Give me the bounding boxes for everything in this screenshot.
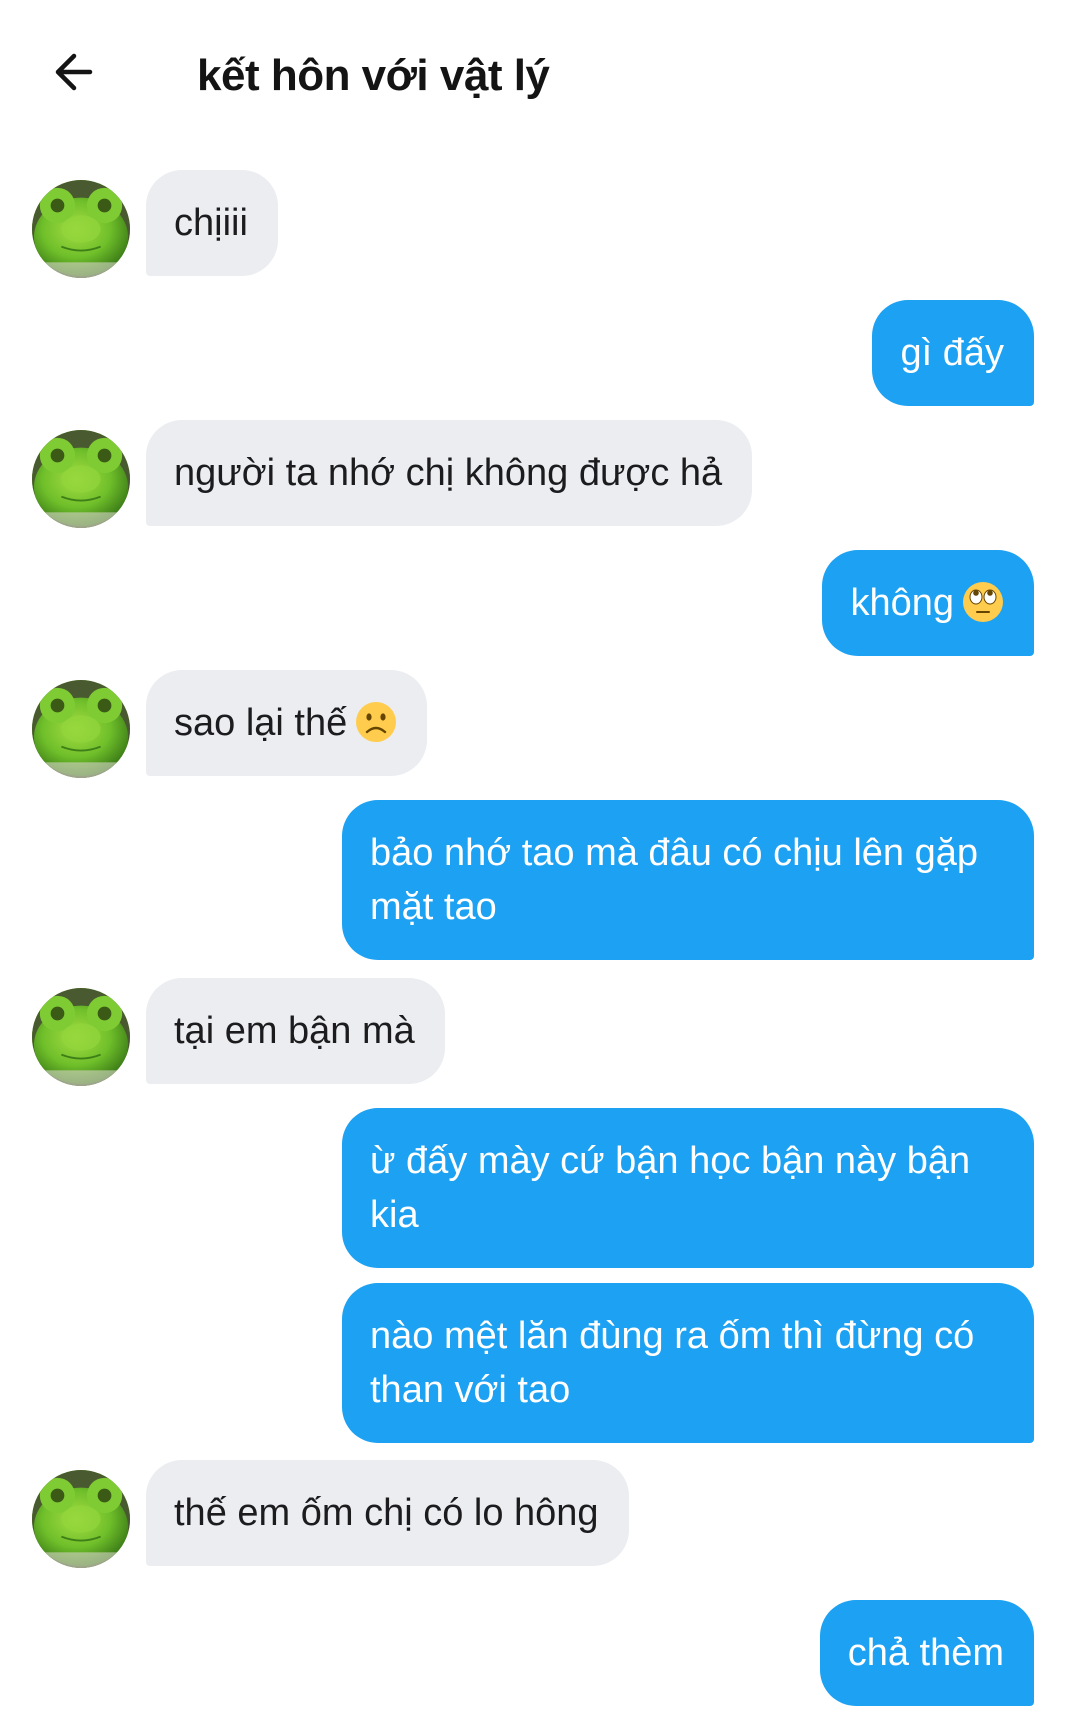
outgoing-message[interactable]: không: [822, 550, 1034, 656]
rolling-eyes-emoji-icon: [962, 581, 1004, 623]
message-text-line: nào mệt lăn đùng ra ốm thì đừng có: [370, 1315, 975, 1357]
message-text: thế em ốm chị có lo hông: [174, 1492, 599, 1534]
outgoing-message[interactable]: gì đấy: [872, 300, 1034, 406]
incoming-message[interactable]: thế em ốm chị có lo hông: [146, 1460, 629, 1566]
avatar[interactable]: [32, 430, 130, 528]
incoming-message[interactable]: sao lại thế: [146, 670, 428, 776]
message-text-line: kia: [370, 1194, 419, 1236]
incoming-message[interactable]: chịiii: [146, 170, 278, 276]
chat-header: kết hôn với vật lý: [0, 0, 1080, 150]
avatar[interactable]: [32, 680, 130, 778]
message-text: chịiii: [174, 202, 248, 244]
frowning-face-emoji-icon: [355, 701, 397, 743]
message-text: không: [850, 582, 954, 624]
message-text-line: mặt tao: [370, 886, 497, 928]
message-text: gì đấy: [900, 332, 1004, 374]
message-text: tại em bận mà: [174, 1010, 415, 1052]
avatar[interactable]: [32, 180, 130, 278]
message-text-line: bảo nhớ tao mà đâu có chịu lên gặp: [370, 832, 979, 874]
avatar[interactable]: [32, 988, 130, 1086]
incoming-message[interactable]: người ta nhớ chị không được hả: [146, 420, 753, 526]
outgoing-message[interactable]: nào mệt lăn đùng ra ốm thì đừng có than …: [342, 1283, 1034, 1443]
arrow-left-icon[interactable]: [50, 46, 102, 98]
message-text-line: than với tao: [370, 1369, 571, 1411]
message-text-line: ừ đấy mày cứ bận học bận này bận: [370, 1140, 971, 1182]
message-text: người ta nhớ chị không được hả: [174, 452, 723, 494]
message-text: sao lại thế: [174, 702, 348, 744]
avatar[interactable]: [32, 1470, 130, 1568]
outgoing-message[interactable]: bảo nhớ tao mà đâu có chịu lên gặp mặt t…: [342, 800, 1034, 960]
message-text: chả thèm: [847, 1632, 1004, 1674]
outgoing-message[interactable]: ừ đấy mày cứ bận học bận này bận kia: [342, 1108, 1034, 1268]
outgoing-message[interactable]: chả thèm: [819, 1600, 1034, 1706]
incoming-message[interactable]: tại em bận mà: [146, 978, 445, 1084]
page-title: kết hôn với vật lý: [197, 51, 550, 100]
